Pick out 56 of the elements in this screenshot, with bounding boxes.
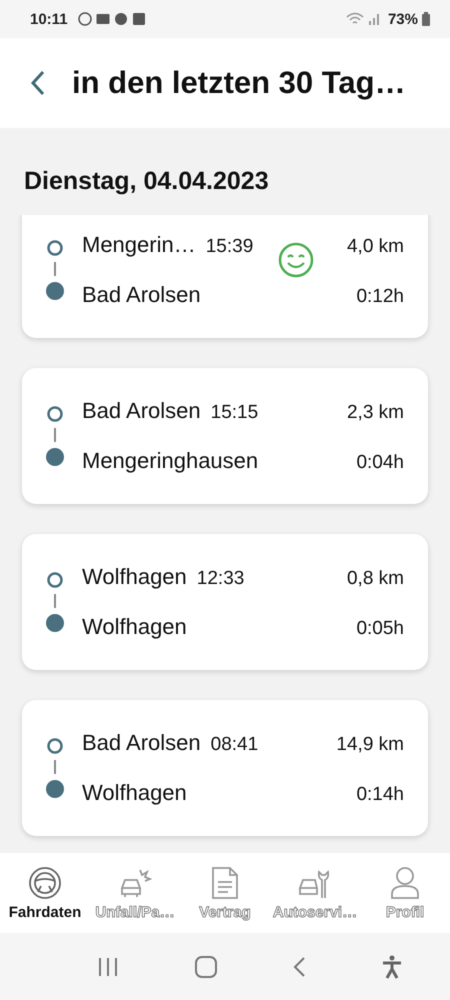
start-time: 15:15 [210,402,258,424]
end-place: Wolfhagen [82,780,187,806]
start-time: 08:41 [210,734,258,756]
back-nav-icon[interactable] [292,956,306,978]
end-marker-icon [46,780,64,798]
end-place: Bad Arolsen [82,282,201,308]
nav-tab[interactable]: Fahrdaten [1,866,89,920]
nav-tab[interactable]: Autoservi… [271,866,359,920]
end-marker-icon [46,448,64,466]
trip-card[interactable]: Bad Arolsen 08:41 14,9 km Wolfhagen 0:14h [22,700,428,836]
route-line [53,428,57,442]
trip-distance: 0,8 km [346,568,404,590]
start-marker-icon [47,738,63,754]
end-marker-icon [46,614,64,632]
wifi-icon [346,12,364,26]
start-place: Mengerin… [82,232,196,258]
start-marker-icon [47,406,63,422]
back-icon[interactable] [30,70,46,96]
trip-duration: 0:05h [356,618,404,640]
nav-tab[interactable]: Unfall/Pa… [91,866,179,920]
trip-card[interactable]: Mengerin… 15:39 4,0 km Bad Arolsen 0:12h [22,215,428,338]
steering-wheel-icon [28,866,62,900]
start-time: 12:33 [196,568,244,590]
start-time: 15:39 [206,236,254,258]
end-marker-icon [46,282,64,300]
nav-tab[interactable]: Profil [361,866,449,920]
trip-duration: 0:04h [356,452,404,474]
end-place: Wolfhagen [82,614,187,640]
page-title: in den letzten 30 Tag… [72,65,406,101]
signal-icon [368,12,380,26]
status-time: 10:11 [30,10,68,28]
trip-duration: 0:14h [356,784,404,806]
route-line [53,594,57,608]
battery-level: 73% [388,10,418,28]
document-icon [211,866,239,900]
end-place: Mengeringhausen [82,448,258,474]
trip-card[interactable]: Bad Arolsen 15:15 2,3 km Mengeringhausen 0:04h [22,368,428,504]
date-heading: Dienstag, 04.04.2023 [24,167,269,196]
recent-apps-icon[interactable] [97,956,120,978]
start-marker-icon [47,572,63,588]
start-place: Wolfhagen [82,564,187,590]
nav-tab[interactable]: Vertrag [181,866,269,920]
start-marker-icon [47,240,63,256]
start-place: Bad Arolsen [82,730,201,756]
trip-card[interactable]: Wolfhagen 12:33 0,8 km Wolfhagen 0:05h [22,534,428,670]
start-place: Bad Arolsen [82,398,201,424]
trip-duration: 0:12h [356,286,404,308]
home-icon[interactable] [194,954,218,978]
trip-distance: 2,3 km [346,402,404,424]
trip-distance: 4,0 km [346,236,404,258]
trip-distance: 14,9 km [336,734,404,756]
battery-icon [422,12,430,26]
route-line [53,262,57,276]
route-line [53,760,57,774]
person-icon [390,866,420,900]
accessibility-icon[interactable] [380,954,403,978]
